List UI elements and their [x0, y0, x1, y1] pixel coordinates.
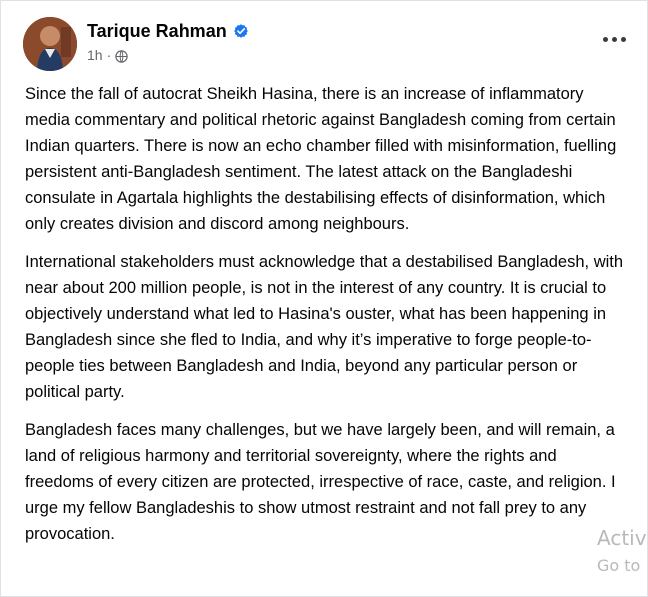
avatar-image [23, 17, 77, 71]
activation-watermark: Activ Go to [597, 526, 647, 578]
post-header: Tarique Rahman 1h · [23, 17, 249, 71]
timestamp-row: 1h · [87, 46, 249, 64]
globe-icon[interactable] [115, 49, 128, 63]
author-name[interactable]: Tarique Rahman [87, 20, 227, 42]
post-body: Since the fall of autocrat Sheikh Hasina… [25, 81, 625, 559]
post-card: Tarique Rahman 1h · Since the fall of au… [0, 0, 648, 597]
post-paragraph-2: International stakeholders must acknowle… [25, 253, 624, 401]
verified-badge-icon [233, 23, 249, 39]
more-options-button[interactable] [597, 27, 631, 51]
post-meta: Tarique Rahman 1h · [87, 17, 249, 64]
watermark-line-2: Go to [597, 556, 641, 575]
author-row: Tarique Rahman [87, 20, 249, 42]
post-time[interactable]: 1h [87, 46, 103, 64]
watermark-line-1: Activ [597, 526, 647, 550]
avatar[interactable] [23, 17, 77, 71]
post-paragraph-1: Since the fall of autocrat Sheikh Hasina… [25, 85, 617, 233]
meta-separator: · [106, 47, 112, 63]
more-options-icon [602, 36, 626, 42]
post-paragraph-3: Bangladesh faces many challenges, but we… [25, 421, 616, 543]
